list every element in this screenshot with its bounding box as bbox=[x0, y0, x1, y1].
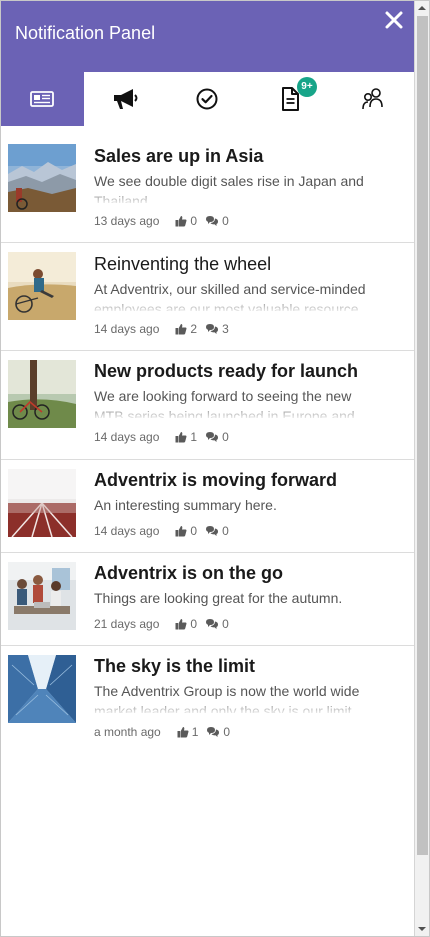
skyscrapers-photo bbox=[8, 655, 76, 723]
comments-button[interactable]: 0 bbox=[205, 214, 229, 228]
panel-title: Notification Panel bbox=[15, 23, 156, 43]
item-time: 13 days ago bbox=[94, 214, 160, 228]
running-track-photo bbox=[8, 469, 76, 537]
tab-tasks[interactable] bbox=[166, 72, 249, 126]
comments-icon bbox=[206, 216, 219, 226]
caret-down-icon bbox=[418, 927, 426, 931]
item-time: a month ago bbox=[94, 725, 161, 739]
tab-bar bbox=[1, 72, 414, 126]
item-meta: 13 days ago 0 0 bbox=[94, 214, 229, 228]
panel-header: Notification Panel bbox=[1, 1, 414, 72]
likes-button[interactable]: 0 bbox=[175, 214, 197, 228]
vertical-scrollbar[interactable] bbox=[415, 1, 429, 936]
check-circle-icon bbox=[196, 88, 218, 110]
item-summary: An interesting summary here. bbox=[94, 497, 277, 513]
likes-count: 0 bbox=[190, 524, 198, 538]
close-icon bbox=[385, 11, 403, 29]
users-icon bbox=[361, 88, 383, 110]
comments-count: 0 bbox=[222, 430, 229, 444]
bike-by-tree-photo bbox=[8, 360, 76, 428]
tab-people[interactable] bbox=[331, 72, 414, 126]
item-meta: 21 days ago 0 0 bbox=[94, 617, 229, 631]
comments-icon bbox=[206, 432, 219, 442]
item-summary: We see double digit sales rise in Japan … bbox=[94, 173, 364, 203]
tab-news[interactable] bbox=[1, 72, 84, 126]
tab-announcements[interactable] bbox=[84, 72, 167, 126]
scroll-up-button[interactable] bbox=[415, 1, 429, 15]
comments-count: 0 bbox=[222, 214, 229, 228]
item-meta: 14 days ago 2 3 bbox=[94, 322, 229, 336]
comments-button[interactable]: 0 bbox=[206, 725, 230, 739]
likes-count: 1 bbox=[190, 430, 198, 444]
newspaper-icon bbox=[30, 91, 55, 107]
comments-count: 3 bbox=[222, 322, 229, 336]
comments-count: 0 bbox=[222, 524, 229, 538]
likes-button[interactable]: 1 bbox=[177, 725, 199, 739]
likes-count: 2 bbox=[190, 322, 198, 336]
cyclist-resting-photo bbox=[8, 252, 76, 320]
item-summary: Things are looking great for the autumn. bbox=[94, 590, 343, 606]
comments-button[interactable]: 0 bbox=[205, 617, 229, 631]
scroll-down-button[interactable] bbox=[415, 922, 429, 936]
likes-count: 0 bbox=[190, 214, 198, 228]
comments-button[interactable]: 3 bbox=[205, 322, 229, 336]
item-title: The sky is the limit bbox=[94, 656, 256, 676]
thumbs-up-icon bbox=[175, 432, 187, 443]
item-time: 14 days ago bbox=[94, 524, 160, 538]
news-item[interactable]: Adventrix is on the go Things are lookin… bbox=[1, 553, 414, 646]
news-item[interactable]: Sales are up in Asia We see double digit… bbox=[1, 126, 414, 243]
caret-up-icon bbox=[418, 6, 426, 10]
item-meta: 14 days ago 0 0 bbox=[94, 524, 229, 538]
item-title: Adventrix is on the go bbox=[94, 563, 284, 583]
likes-button[interactable]: 1 bbox=[175, 430, 197, 444]
likes-count: 1 bbox=[191, 725, 199, 739]
comments-icon bbox=[206, 619, 219, 629]
item-title: Sales are up in Asia bbox=[94, 146, 264, 166]
news-item[interactable]: Reinventing the wheel At Adventrix, our … bbox=[1, 243, 414, 351]
likes-count: 0 bbox=[190, 617, 198, 631]
notification-window: Notification Panel 9+ Sales are up in As… bbox=[0, 0, 430, 937]
mountain-landscape-photo bbox=[8, 144, 76, 212]
notification-panel: Notification Panel 9+ Sales are up in As… bbox=[1, 1, 415, 936]
likes-button[interactable]: 0 bbox=[175, 524, 197, 538]
news-item[interactable]: The sky is the limit The Adventrix Group… bbox=[1, 646, 414, 754]
item-time: 14 days ago bbox=[94, 322, 160, 336]
comments-button[interactable]: 0 bbox=[205, 430, 229, 444]
news-list: Sales are up in Asia We see double digit… bbox=[1, 126, 414, 754]
office-team-photo bbox=[8, 562, 76, 630]
thumbs-up-icon bbox=[175, 619, 187, 630]
item-meta: a month ago 1 0 bbox=[94, 725, 230, 739]
item-title: Adventrix is moving forward bbox=[94, 470, 338, 490]
thumbs-up-icon bbox=[175, 526, 187, 537]
tab-documents[interactable] bbox=[249, 72, 332, 126]
item-time: 14 days ago bbox=[94, 430, 160, 444]
comments-icon bbox=[207, 727, 220, 737]
item-time: 21 days ago bbox=[94, 617, 160, 631]
comments-icon bbox=[206, 324, 219, 334]
news-item[interactable]: New products ready for launch We are loo… bbox=[1, 351, 414, 460]
item-title: Reinventing the wheel bbox=[94, 254, 272, 274]
item-title: New products ready for launch bbox=[94, 361, 359, 381]
likes-button[interactable]: 0 bbox=[175, 617, 197, 631]
comments-button[interactable]: 0 bbox=[205, 524, 229, 538]
thumbs-up-icon bbox=[175, 216, 187, 227]
news-item[interactable]: Adventrix is moving forward An interesti… bbox=[1, 460, 414, 553]
documents-count-badge: 9+ bbox=[297, 77, 317, 97]
comments-count: 0 bbox=[223, 725, 231, 739]
comments-icon bbox=[206, 526, 219, 536]
comments-count: 0 bbox=[222, 617, 229, 631]
megaphone-icon bbox=[113, 89, 138, 109]
thumbs-up-icon bbox=[177, 727, 189, 738]
item-meta: 14 days ago 1 0 bbox=[94, 430, 229, 444]
item-summary: We are looking forward to seeing the new… bbox=[94, 388, 355, 418]
close-button[interactable] bbox=[383, 9, 405, 31]
thumbs-up-icon bbox=[175, 324, 187, 335]
item-summary: The Adventrix Group is now the world wid… bbox=[94, 683, 360, 713]
likes-button[interactable]: 2 bbox=[175, 322, 197, 336]
item-summary: At Adventrix, our skilled and service-mi… bbox=[94, 281, 366, 311]
scroll-thumb[interactable] bbox=[417, 16, 428, 855]
